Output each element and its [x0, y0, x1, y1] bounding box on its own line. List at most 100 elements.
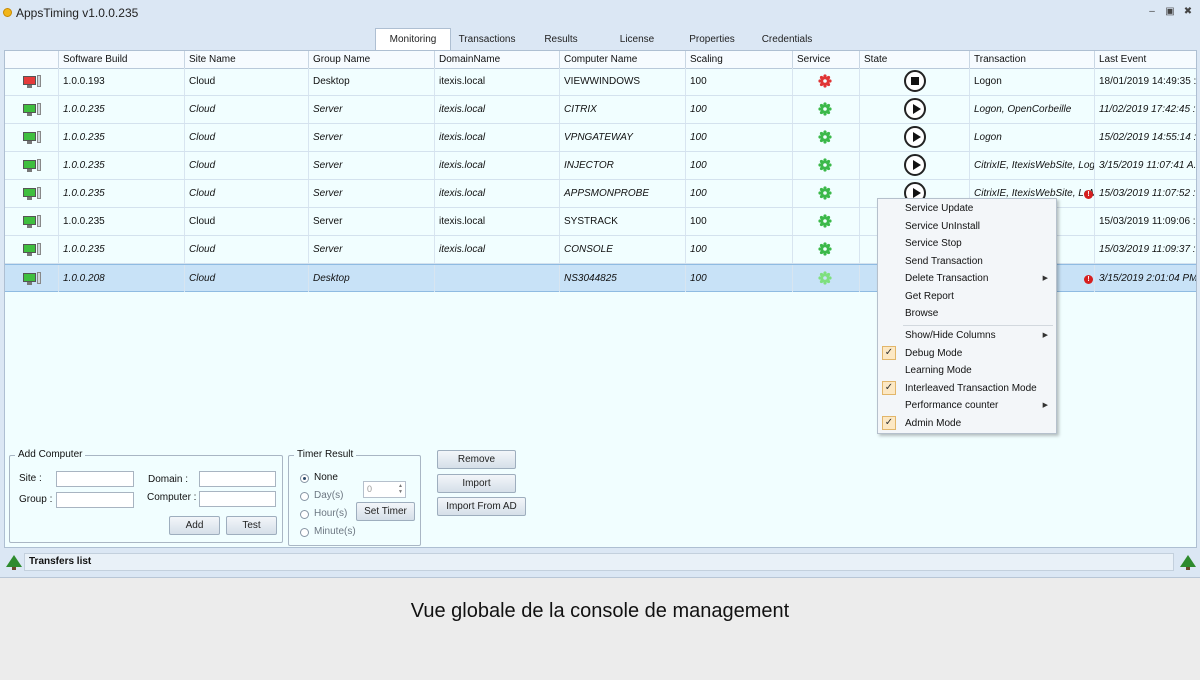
- computer-tower-icon: [37, 272, 41, 284]
- cell-last-event: 15/03/2019 11:07:52 :: [1094, 180, 1196, 207]
- tab-monitoring[interactable]: Monitoring: [375, 28, 451, 51]
- menu-item-service-update[interactable]: Service Update: [878, 200, 1056, 217]
- cell-computer-name: APPSMONPROBE: [559, 180, 685, 207]
- menu-item-label: Browse: [905, 308, 939, 319]
- service-gear-icon[interactable]: [817, 129, 833, 145]
- menu-item-label: Service Update: [905, 203, 974, 214]
- menu-item-performance-counter[interactable]: Performance counter ▶: [878, 397, 1056, 414]
- menu-item-browse[interactable]: Browse: [878, 305, 1056, 322]
- cell-last-event: 3/15/2019 11:07:41 A...: [1094, 152, 1196, 179]
- computer-tower-icon: [37, 243, 41, 255]
- cell-group-name: Server: [308, 152, 434, 179]
- service-gear-icon[interactable]: [817, 213, 833, 229]
- service-gear-icon[interactable]: [817, 101, 833, 117]
- menu-item-admin-mode[interactable]: ✓ Admin Mode: [878, 415, 1056, 432]
- warning-icon: !: [1084, 190, 1093, 199]
- column-header-domain-name[interactable]: DomainName: [434, 51, 559, 68]
- column-header-service[interactable]: Service: [792, 51, 859, 68]
- cell-last-event: 15/03/2019 11:09:37 :: [1094, 236, 1196, 263]
- menu-item-show-hide-columns[interactable]: Show/Hide Columns ▶: [878, 327, 1056, 344]
- menu-item-label: Send Transaction: [905, 255, 983, 267]
- menu-item-service-stop[interactable]: Service Stop: [878, 235, 1056, 252]
- play-icon[interactable]: [904, 154, 926, 176]
- restore-button[interactable]: ▣: [1163, 6, 1177, 18]
- table-row[interactable]: 1.0.0.193 Cloud Desktop itexis.local VIEWWIN…: [5, 68, 1196, 96]
- computer-tower-icon: [37, 187, 41, 199]
- site-input[interactable]: [56, 471, 134, 487]
- menu-item-debug-mode[interactable]: ✓ Debug Mode: [878, 345, 1056, 362]
- computer-status-icon: [23, 104, 36, 113]
- tab-transactions[interactable]: Transactions: [455, 30, 519, 50]
- menu-item-service-uninstall[interactable]: Service UnInstall: [878, 218, 1056, 235]
- test-button[interactable]: Test: [226, 516, 277, 535]
- radio-none[interactable]: [300, 474, 309, 483]
- table-row[interactable]: 1.0.0.235 Cloud Server itexis.local VPNGATEW…: [5, 124, 1196, 152]
- computer-status-icon: [23, 188, 36, 197]
- radio-minutes[interactable]: [300, 528, 309, 537]
- menu-item-learning-mode[interactable]: Learning Mode: [878, 362, 1056, 379]
- add-button[interactable]: Add: [169, 516, 220, 535]
- column-header-last-event[interactable]: Last Event: [1094, 51, 1196, 68]
- computer-status-icon: [23, 216, 36, 225]
- menu-item-delete-transaction[interactable]: Delete Transaction ▶: [878, 270, 1056, 287]
- column-header-group-name[interactable]: Group Name: [308, 51, 434, 68]
- tab-results[interactable]: Results: [535, 30, 587, 50]
- column-header-computer-name[interactable]: Computer Name: [559, 51, 685, 68]
- import-from-ad-button[interactable]: Import From AD: [437, 497, 526, 516]
- context-menu: Service Update Service UnInstall Service S…: [877, 198, 1057, 434]
- service-gear-icon[interactable]: [817, 185, 833, 201]
- column-header-transaction[interactable]: Transaction: [969, 51, 1094, 68]
- tab-properties[interactable]: Properties: [681, 30, 743, 50]
- stop-icon[interactable]: [904, 70, 926, 92]
- set-timer-button[interactable]: Set Timer: [356, 502, 415, 521]
- cell-site-name: Cloud: [184, 96, 308, 123]
- service-gear-icon[interactable]: [817, 241, 833, 257]
- computer-status-icon: [23, 244, 36, 253]
- domain-input[interactable]: [199, 471, 276, 487]
- radio-hours[interactable]: [300, 510, 309, 519]
- tab-credentials[interactable]: Credentials: [755, 30, 819, 50]
- cell-transaction: CitrixIE, ItexisWebSite, Logon: [969, 152, 1094, 179]
- service-gear-icon[interactable]: [817, 157, 833, 173]
- timer-value-stepper[interactable]: 0 ▲ ▼: [363, 481, 406, 498]
- radio-days[interactable]: [300, 492, 309, 501]
- column-header-status[interactable]: [5, 51, 58, 68]
- import-button[interactable]: Import: [437, 474, 516, 493]
- play-icon[interactable]: [904, 98, 926, 120]
- menu-item-interleaved-transaction-mode[interactable]: ✓ Interleaved Transaction Mode: [878, 380, 1056, 397]
- remove-button[interactable]: Remove: [437, 450, 516, 469]
- tree-left-icon[interactable]: [6, 555, 22, 567]
- computer-status-icon: [23, 132, 36, 141]
- cell-scaling: 100: [685, 265, 792, 292]
- radio-hours-label: Hour(s): [314, 508, 348, 519]
- context-menu-separator: [903, 325, 1053, 326]
- service-gear-icon[interactable]: [817, 73, 833, 89]
- menu-item-label: Delete Transaction: [905, 273, 989, 284]
- tree-right-icon[interactable]: [1180, 555, 1196, 567]
- play-icon[interactable]: [904, 126, 926, 148]
- cell-state: [859, 96, 969, 123]
- timer-value: 0: [367, 484, 373, 494]
- column-header-software-build[interactable]: Software Build: [58, 51, 184, 68]
- minimize-button[interactable]: –: [1145, 6, 1159, 18]
- table-row[interactable]: 1.0.0.235 Cloud Server itexis.local CITRIX 10…: [5, 96, 1196, 124]
- group-input[interactable]: [56, 492, 134, 508]
- menu-item-send-transaction[interactable]: Send Transaction: [878, 253, 1056, 270]
- computer-status-icon: [23, 160, 36, 169]
- service-gear-icon[interactable]: [817, 270, 833, 286]
- title-bar: AppsTiming v1.0.0.235 – ▣ ✖: [0, 0, 1200, 26]
- cell-software-build: 1.0.0.235: [58, 180, 184, 207]
- stepper-arrows-icon[interactable]: ▲ ▼: [398, 483, 403, 495]
- column-header-site-name[interactable]: Site Name: [184, 51, 308, 68]
- table-row[interactable]: 1.0.0.235 Cloud Server itexis.local INJECTOR…: [5, 152, 1196, 180]
- computer-input[interactable]: [199, 491, 276, 507]
- menu-item-label: Performance counter: [905, 400, 999, 411]
- column-header-scaling[interactable]: Scaling: [685, 51, 792, 68]
- menu-item-get-report[interactable]: Get Report: [878, 288, 1056, 305]
- timer-result-title: Timer Result: [294, 449, 357, 460]
- column-header-state[interactable]: State: [859, 51, 969, 68]
- tab-license[interactable]: License: [611, 30, 663, 50]
- cell-state: [859, 68, 969, 95]
- transfers-list-bar[interactable]: Transfers list: [24, 553, 1174, 571]
- close-button[interactable]: ✖: [1181, 6, 1195, 18]
